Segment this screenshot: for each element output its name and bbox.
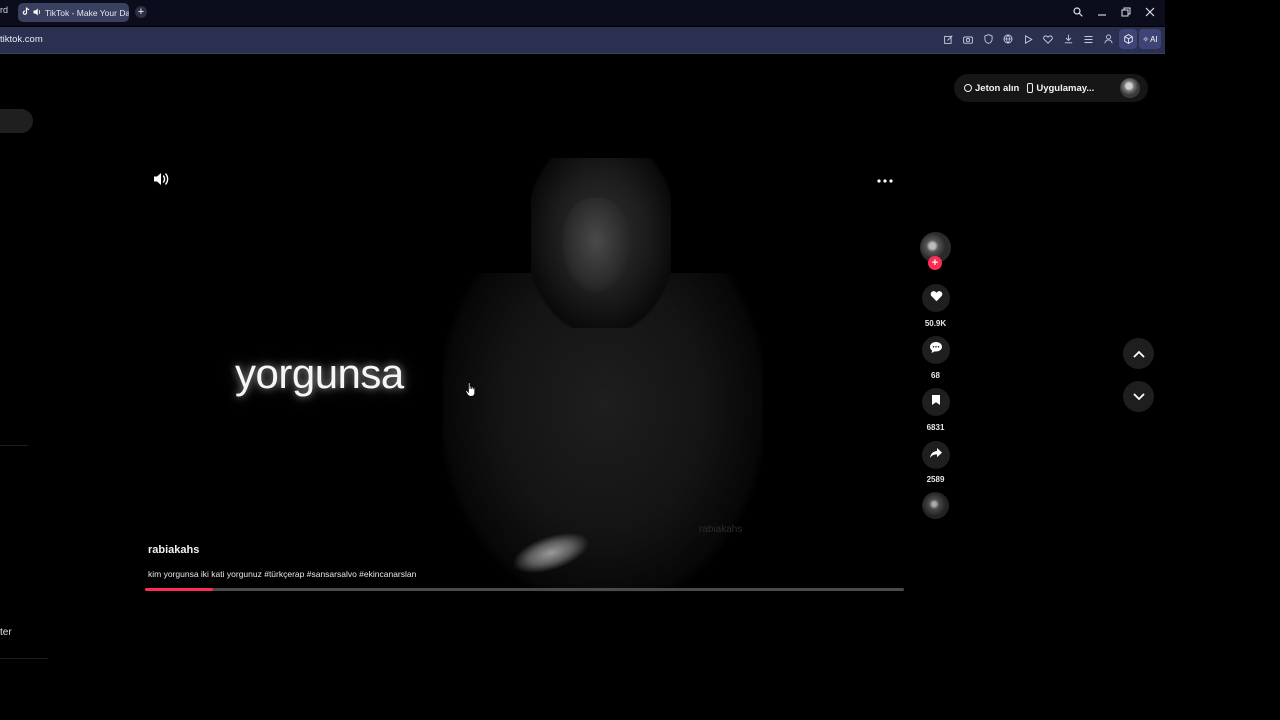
hand-cursor-icon [465,382,477,402]
speaker-icon[interactable] [33,8,42,18]
tab-title: TikTok - Make Your Day [45,7,129,18]
video-progress-bar[interactable] [145,588,904,591]
close-icon[interactable] [1143,4,1157,20]
new-tab-button[interactable]: + [135,6,147,18]
cube-icon[interactable] [1119,29,1137,49]
share-count: 2589 [926,475,945,484]
browser-toolbar: ✧ AI [939,29,1161,49]
sidebar-divider [0,658,48,659]
url-field[interactable]: tiktok.com [0,34,43,45]
window-controls [1071,4,1157,20]
video-frame-face [561,198,631,293]
list-icon[interactable] [1079,29,1097,49]
sidebar-search-pill[interactable] [0,109,33,133]
volume-icon[interactable] [153,172,171,190]
page-gutter [1165,0,1280,720]
vpn-icon[interactable] [999,29,1017,49]
play-icon[interactable] [1019,29,1037,49]
like-button[interactable] [922,284,950,312]
video-player[interactable]: rabiakahs yorgunsa rabiakahs kim yorguns… [143,158,906,592]
get-app-label: Uygulamay... [1036,82,1095,94]
sparkle-icon: ✧ [1142,34,1150,44]
get-coins-label: Jeton alın [975,82,1020,94]
avatar[interactable] [1120,78,1140,98]
restore-icon[interactable] [1119,4,1133,20]
heart-icon[interactable] [1039,29,1057,49]
previous-video-button[interactable] [1123,338,1154,369]
address-bar: tiktok.com ✧ AI [0,27,1165,54]
share-button[interactable] [922,441,950,469]
coin-icon [964,84,972,92]
previous-tab[interactable]: rd [0,5,8,15]
sidebar-divider [0,445,28,446]
chevron-down-icon [1133,388,1145,406]
comment-button[interactable] [922,336,950,364]
save-button[interactable] [922,388,950,416]
browser-window: rd TikTok - Make Your Day + tiktok.com ✧… [0,0,1165,720]
more-options-icon[interactable] [877,170,893,186]
camera-icon[interactable] [959,29,977,49]
shield-icon[interactable] [979,29,997,49]
video-progress-fill [145,588,214,591]
search-icon[interactable] [1071,4,1085,20]
video-overlay-text: yorgunsa [235,350,404,397]
follow-button[interactable]: + [928,256,942,270]
tiktok-icon [22,7,30,18]
video-author[interactable]: rabiakahs [148,544,199,556]
get-app-button[interactable]: Uygulamay... [1027,83,1094,94]
music-disc[interactable] [922,492,949,519]
comment-count: 68 [931,371,940,380]
sidebar-item-fragment[interactable]: ter [0,627,12,638]
comment-icon [929,341,943,359]
share-icon [929,446,943,464]
download-icon[interactable] [1059,29,1077,49]
header-actions: Jeton alın Uygulamay... [954,74,1148,102]
edit-icon[interactable] [939,29,957,49]
heart-icon [930,289,943,307]
minimize-icon[interactable] [1095,4,1109,20]
bookmark-icon [931,393,941,411]
user-icon[interactable] [1099,29,1117,49]
save-count: 6831 [926,423,945,432]
video-watermark: rabiakahs [699,524,743,535]
tab-strip: rd TikTok - Make Your Day + [0,0,1165,26]
next-video-button[interactable] [1123,381,1154,412]
ai-label: AI [1150,34,1158,44]
get-coins-button[interactable]: Jeton alın [964,83,1019,94]
video-caption: kim yorgunsa iki kati yorgunuz #türkçera… [148,569,417,579]
like-count: 50.9K [924,319,947,328]
chevron-up-icon [1133,345,1145,363]
phone-icon [1027,83,1034,93]
tab-tiktok[interactable]: TikTok - Make Your Day [18,3,129,22]
ai-button[interactable]: ✧ AI [1139,29,1161,49]
